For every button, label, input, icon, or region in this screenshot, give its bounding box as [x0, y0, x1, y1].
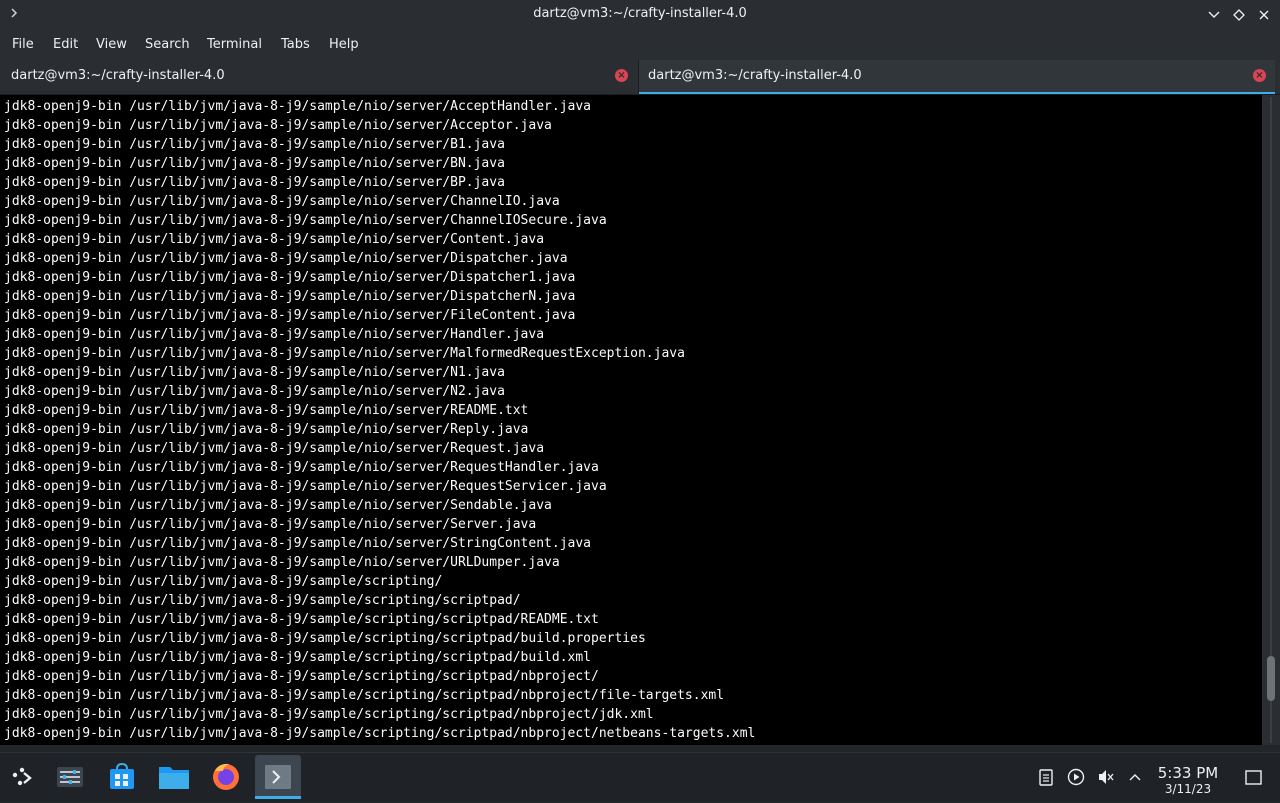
volume-muted-icon[interactable]: [1096, 767, 1116, 787]
terminal-output[interactable]: jdk8-openj9-bin /usr/lib/jvm/java-8-j9/s…: [0, 95, 1262, 745]
tab-1[interactable]: dartz@vm3:~/crafty-installer-4.0 ×: [0, 60, 638, 93]
maximize-button[interactable]: [1228, 4, 1250, 26]
terminal-scrollbar[interactable]: [1262, 95, 1280, 745]
terminal-line: jdk8-openj9-bin /usr/lib/jvm/java-8-j9/s…: [4, 99, 591, 114]
terminal-line: jdk8-openj9-bin /usr/lib/jvm/java-8-j9/s…: [4, 441, 545, 456]
terminal-line: jdk8-openj9-bin /usr/lib/jvm/java-8-j9/s…: [4, 308, 576, 323]
terminal-line: jdk8-openj9-bin /usr/lib/jvm/java-8-j9/s…: [4, 403, 529, 418]
terminal-line: jdk8-openj9-bin /usr/lib/jvm/java-8-j9/s…: [4, 422, 529, 437]
clock-time[interactable]: 5:33 PM: [1150, 764, 1226, 782]
application-launcher-button[interactable]: [0, 755, 46, 799]
terminal-line: jdk8-openj9-bin /usr/lib/jvm/java-8-j9/s…: [4, 498, 552, 513]
tab-2[interactable]: dartz@vm3:~/crafty-installer-4.0 ×: [639, 60, 1275, 94]
menu-search[interactable]: Search: [145, 37, 190, 52]
terminal-line: jdk8-openj9-bin /usr/lib/jvm/java-8-j9/s…: [4, 593, 521, 608]
menu-help[interactable]: Help: [329, 37, 359, 52]
terminal-line: jdk8-openj9-bin /usr/lib/jvm/java-8-j9/s…: [4, 232, 545, 247]
menu-terminal[interactable]: Terminal: [207, 37, 262, 52]
terminal-line: jdk8-openj9-bin /usr/lib/jvm/java-8-j9/s…: [4, 517, 537, 532]
minimize-button[interactable]: [1203, 4, 1225, 26]
terminal-line: jdk8-openj9-bin /usr/lib/jvm/java-8-j9/s…: [4, 707, 654, 722]
menu-edit[interactable]: Edit: [53, 37, 78, 52]
menu-bar: File Edit View Search Terminal Tabs Help: [0, 30, 1280, 60]
clipboard-icon[interactable]: [1036, 767, 1056, 787]
terminal-line: jdk8-openj9-bin /usr/lib/jvm/java-8-j9/s…: [4, 688, 725, 703]
clock-date[interactable]: 3/11/23: [1150, 782, 1226, 796]
tab-bar: dartz@vm3:~/crafty-installer-4.0 × dartz…: [0, 60, 1280, 95]
menu-view[interactable]: View: [96, 37, 127, 52]
terminal-line: jdk8-openj9-bin /usr/lib/jvm/java-8-j9/s…: [4, 327, 545, 342]
terminal-line: jdk8-openj9-bin /usr/lib/jvm/java-8-j9/s…: [4, 460, 599, 475]
terminal-line: jdk8-openj9-bin /usr/lib/jvm/java-8-j9/s…: [4, 289, 576, 304]
tab-label: dartz@vm3:~/crafty-installer-4.0: [11, 68, 225, 83]
terminal-line: jdk8-openj9-bin /usr/lib/jvm/java-8-j9/s…: [4, 175, 505, 190]
tab-close-icon[interactable]: ×: [1253, 69, 1266, 82]
discover-store-button[interactable]: [99, 755, 145, 799]
firefox-button[interactable]: [203, 755, 249, 799]
terminal-line: jdk8-openj9-bin /usr/lib/jvm/java-8-j9/s…: [4, 137, 505, 152]
file-manager-button[interactable]: [151, 755, 197, 799]
terminal-line: jdk8-openj9-bin /usr/lib/jvm/java-8-j9/s…: [4, 612, 599, 627]
terminal-line: jdk8-openj9-bin /usr/lib/jvm/java-8-j9/s…: [4, 631, 646, 646]
terminal-line: jdk8-openj9-bin /usr/lib/jvm/java-8-j9/s…: [4, 479, 607, 494]
terminal-line: jdk8-openj9-bin /usr/lib/jvm/java-8-j9/s…: [4, 574, 443, 589]
window-titlebar[interactable]: dartz@vm3:~/crafty-installer-4.0: [0, 0, 1280, 30]
terminal-icon: [265, 765, 291, 789]
terminal-line: jdk8-openj9-bin /usr/lib/jvm/java-8-j9/s…: [4, 346, 685, 361]
diamond-icon: [1233, 9, 1245, 21]
shopping-bag-icon: [110, 762, 134, 789]
taskbar: 5:33 PM 3/11/23: [0, 752, 1280, 801]
scroll-thumb[interactable]: [1267, 656, 1275, 701]
terminal-line: jdk8-openj9-bin /usr/lib/jvm/java-8-j9/s…: [4, 650, 591, 665]
firefox-icon: [213, 763, 239, 790]
chevron-down-icon: [1208, 11, 1220, 18]
terminal-line: jdk8-openj9-bin /usr/lib/jvm/java-8-j9/s…: [4, 194, 560, 209]
terminal-line: jdk8-openj9-bin /usr/lib/jvm/java-8-j9/s…: [4, 669, 599, 684]
tab-separator: [638, 60, 639, 94]
tab-label: dartz@vm3:~/crafty-installer-4.0: [648, 68, 862, 83]
tab-close-icon[interactable]: ×: [615, 69, 628, 82]
menu-file[interactable]: File: [12, 37, 34, 52]
terminal-line: jdk8-openj9-bin /usr/lib/jvm/java-8-j9/s…: [4, 365, 505, 380]
terminal-line: jdk8-openj9-bin /usr/lib/jvm/java-8-j9/s…: [4, 213, 607, 228]
menu-tabs[interactable]: Tabs: [281, 37, 310, 52]
terminal-line: jdk8-openj9-bin /usr/lib/jvm/java-8-j9/s…: [4, 555, 560, 570]
folder-icon: [159, 767, 189, 789]
terminal-line: jdk8-openj9-bin /usr/lib/jvm/java-8-j9/s…: [4, 156, 505, 171]
terminal-line: jdk8-openj9-bin /usr/lib/jvm/java-8-j9/s…: [4, 384, 505, 399]
terminal-line: jdk8-openj9-bin /usr/lib/jvm/java-8-j9/s…: [4, 118, 552, 133]
terminal-line: jdk8-openj9-bin /usr/lib/jvm/java-8-j9/s…: [4, 536, 591, 551]
konsole-button[interactable]: [255, 755, 301, 799]
system-settings-button[interactable]: [47, 755, 93, 799]
window-title: dartz@vm3:~/crafty-installer-4.0: [533, 6, 747, 21]
terminal-line: jdk8-openj9-bin /usr/lib/jvm/java-8-j9/s…: [4, 726, 756, 741]
close-window-button[interactable]: [1253, 4, 1275, 26]
close-icon: [1259, 10, 1269, 20]
scroll-track: [1270, 97, 1272, 743]
terminal-line: jdk8-openj9-bin /usr/lib/jvm/java-8-j9/s…: [4, 251, 568, 266]
chevron-up-icon[interactable]: [1125, 767, 1145, 787]
show-desktop-icon[interactable]: [1243, 767, 1263, 787]
kde-launcher-icon: [12, 767, 32, 786]
media-play-icon[interactable]: [1066, 767, 1086, 787]
terminal-line: jdk8-openj9-bin /usr/lib/jvm/java-8-j9/s…: [4, 270, 576, 285]
sliders-icon: [57, 767, 83, 787]
